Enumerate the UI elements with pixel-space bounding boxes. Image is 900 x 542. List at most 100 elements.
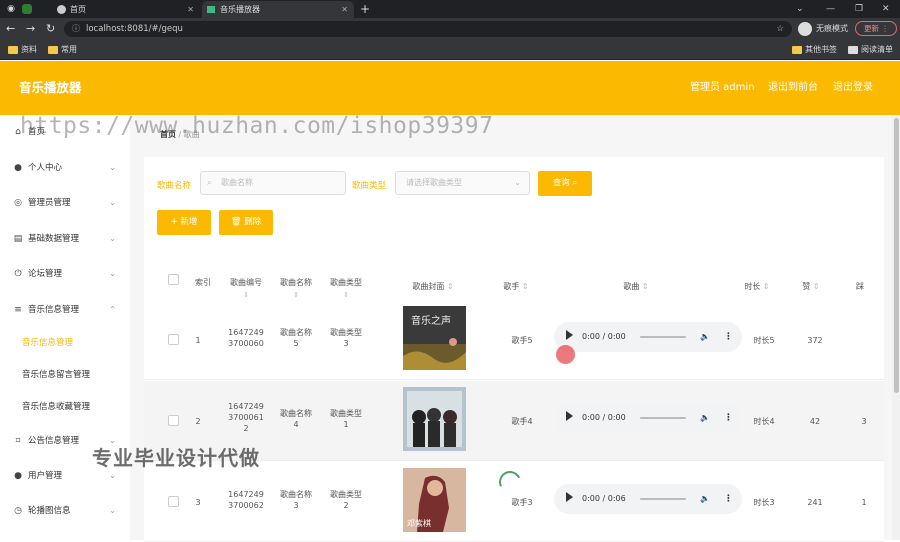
cell-type: 歌曲类型 3 <box>324 327 368 349</box>
audio-player[interactable]: 0:00 / 0:06 🔈 ⋮ <box>554 484 742 514</box>
tab-search-icon[interactable]: ⌄ <box>796 0 804 18</box>
header-label: 歌曲封面 <box>412 282 445 291</box>
chevron-up-icon: ⌃ <box>109 305 116 314</box>
close-icon[interactable]: ✕ <box>187 1 194 18</box>
update-button[interactable]: 更新 ⋮ <box>855 21 897 36</box>
info-icon[interactable]: ⓘ <box>72 21 80 37</box>
sidebar-item-label: 基础数据管理 <box>28 234 80 244</box>
close-icon[interactable]: ✕ <box>341 1 348 18</box>
add-button[interactable]: + 新增 <box>157 210 211 235</box>
audio-progress-track[interactable] <box>640 417 686 419</box>
row-checkbox[interactable] <box>168 334 179 345</box>
sidebar-item-forum[interactable]: ⏻ 论坛管理 ⌄ <box>0 265 130 283</box>
row-checkbox[interactable] <box>168 496 179 507</box>
song-type-placeholder: 请选择歌曲类型 <box>406 178 462 187</box>
sidebar-item-profile[interactable]: ● 个人中心 ⌄ <box>0 159 130 177</box>
row-checkbox[interactable] <box>168 415 179 426</box>
header-code[interactable]: 歌曲编号 ⇕ <box>224 277 268 301</box>
play-icon[interactable] <box>566 411 573 421</box>
cell-code: 1647249 3700061 2 <box>218 401 274 434</box>
cell-code-part: 1647249 <box>228 328 264 337</box>
cell-singer: 歌手3 <box>511 498 533 507</box>
sidebar-item-admins[interactable]: ◎ 管理员管理 ⌄ <box>0 194 130 212</box>
volume-icon[interactable]: 🔈 <box>700 322 710 352</box>
restore-button[interactable]: ❐ <box>855 0 863 18</box>
audio-progress-track[interactable] <box>640 498 686 500</box>
play-icon[interactable] <box>566 330 573 340</box>
delete-button[interactable]: 🗑 删除 <box>219 210 273 235</box>
header-type[interactable]: 歌曲类型 ⇕ <box>324 277 368 301</box>
tab-music-player[interactable]: 音乐播放器 ✕ <box>202 1 354 18</box>
bookmark-folder[interactable]: 常用 <box>48 40 77 60</box>
more-options-icon[interactable]: ⋮ <box>724 403 733 433</box>
play-icon[interactable] <box>566 492 573 502</box>
url-watermark: https://www.huzhan.com/ishop39397 <box>20 113 494 139</box>
sidebar-item-carousel[interactable]: ◷ 轮播图信息 ⌄ <box>0 502 130 520</box>
logout-link[interactable]: 退出登录 <box>833 61 873 115</box>
cell-type-part: 歌曲类型 <box>330 328 362 337</box>
cell-code: 1647249 3700060 <box>218 327 274 349</box>
cell-duration: 时长4 <box>753 417 775 426</box>
cell-code: 1647249 3700062 <box>218 489 274 511</box>
header-duration[interactable]: 时长 ⇕ <box>740 281 774 293</box>
chrome-icon[interactable]: ◉ <box>4 2 18 16</box>
page-scrollbar-thumb[interactable] <box>894 118 899 393</box>
cell-dislikes: 3 <box>861 417 867 426</box>
more-options-icon[interactable]: ⋮ <box>724 322 733 352</box>
other-bookmarks-label: 其他书签 <box>805 45 837 54</box>
bookmark-star-icon[interactable]: ☆ <box>776 21 784 37</box>
minimize-button[interactable]: — <box>826 0 835 18</box>
sidebar-item-label: 论坛管理 <box>28 269 63 279</box>
header-index[interactable]: 索引 <box>188 277 218 289</box>
sidebar-item-music[interactable]: ≡ 音乐信息管理 ⌃ <box>0 301 130 319</box>
sidebar-subitem-music-comments[interactable]: 音乐信息留言管理 <box>0 366 130 384</box>
song-name-label: 歌曲名称 <box>157 181 192 191</box>
header-label: 踩 <box>856 282 864 291</box>
chevron-down-icon: ⌄ <box>514 178 521 187</box>
song-cover-image <box>403 387 466 451</box>
select-all-checkbox[interactable] <box>168 274 179 285</box>
reload-icon[interactable]: ↻ <box>46 21 55 37</box>
header-singer[interactable]: 歌手 ⇕ <box>494 281 538 293</box>
volume-icon[interactable]: 🔈 <box>700 484 710 514</box>
cell-type-part: 1 <box>343 420 349 429</box>
cell-singer: 歌手5 <box>511 336 533 345</box>
cell-name-part: 歌曲名称 <box>280 409 312 418</box>
sidebar-subitem-music-favorites[interactable]: 音乐信息收藏管理 <box>0 398 130 416</box>
cover-title: 邓紫棋 <box>407 518 431 528</box>
window-close-button[interactable]: ✕ <box>882 0 890 18</box>
header-dislikes[interactable]: 踩 <box>848 281 872 293</box>
song-name-input[interactable]: ⌕ 歌曲名称 <box>200 171 346 195</box>
bookmark-folder[interactable]: 资料 <box>8 40 37 60</box>
header-name[interactable]: 歌曲名称 ⇕ <box>274 277 318 301</box>
query-button[interactable]: 查询 ⌕ <box>538 171 592 196</box>
delete-label: 删除 <box>244 217 262 227</box>
header-label: 歌曲名称 <box>280 278 312 287</box>
promo-watermark: 专业毕业设计代做 <box>92 446 260 470</box>
app-icon[interactable] <box>22 4 32 14</box>
reading-list[interactable]: 阅读清单 <box>848 40 893 60</box>
back-icon[interactable]: ← <box>6 21 15 37</box>
cell-name-part: 4 <box>293 420 299 429</box>
header-likes[interactable]: 赞 ⇕ <box>796 281 826 293</box>
sidebar-item-base-data[interactable]: ▤ 基础数据管理 ⌄ <box>0 230 130 248</box>
audio-player[interactable]: 0:00 / 0:00 🔈 ⋮ <box>554 403 742 433</box>
sidebar-subitem-music-info[interactable]: 音乐信息管理 <box>0 334 130 352</box>
song-type-select[interactable]: 请选择歌曲类型 ⌄ <box>395 171 530 195</box>
back-to-front-link[interactable]: 退出到前台 <box>768 61 818 115</box>
other-bookmarks[interactable]: 其他书签 <box>792 40 837 60</box>
new-tab-button[interactable]: + <box>360 0 370 18</box>
volume-icon[interactable]: 🔈 <box>700 403 710 433</box>
cell-index: 2 <box>195 417 201 426</box>
incognito-indicator[interactable]: 无痕模式 <box>798 20 848 38</box>
audio-player[interactable]: 0:00 / 0:00 🔈 ⋮ <box>554 322 742 352</box>
trash-icon: 🗑 <box>230 217 242 227</box>
header-cover[interactable]: 歌曲封面 ⇕ <box>398 281 468 293</box>
audio-progress-track[interactable] <box>640 336 686 338</box>
cell-dislikes: 1 <box>861 498 867 507</box>
url-input[interactable]: ⓘ localhost:8081/#/gequ ☆ <box>64 21 792 37</box>
forward-icon[interactable]: → <box>26 21 35 37</box>
more-options-icon[interactable]: ⋮ <box>724 484 733 514</box>
tab-home[interactable]: 首页 ✕ <box>52 1 200 18</box>
header-song[interactable]: 歌曲 ⇕ <box>614 281 658 293</box>
